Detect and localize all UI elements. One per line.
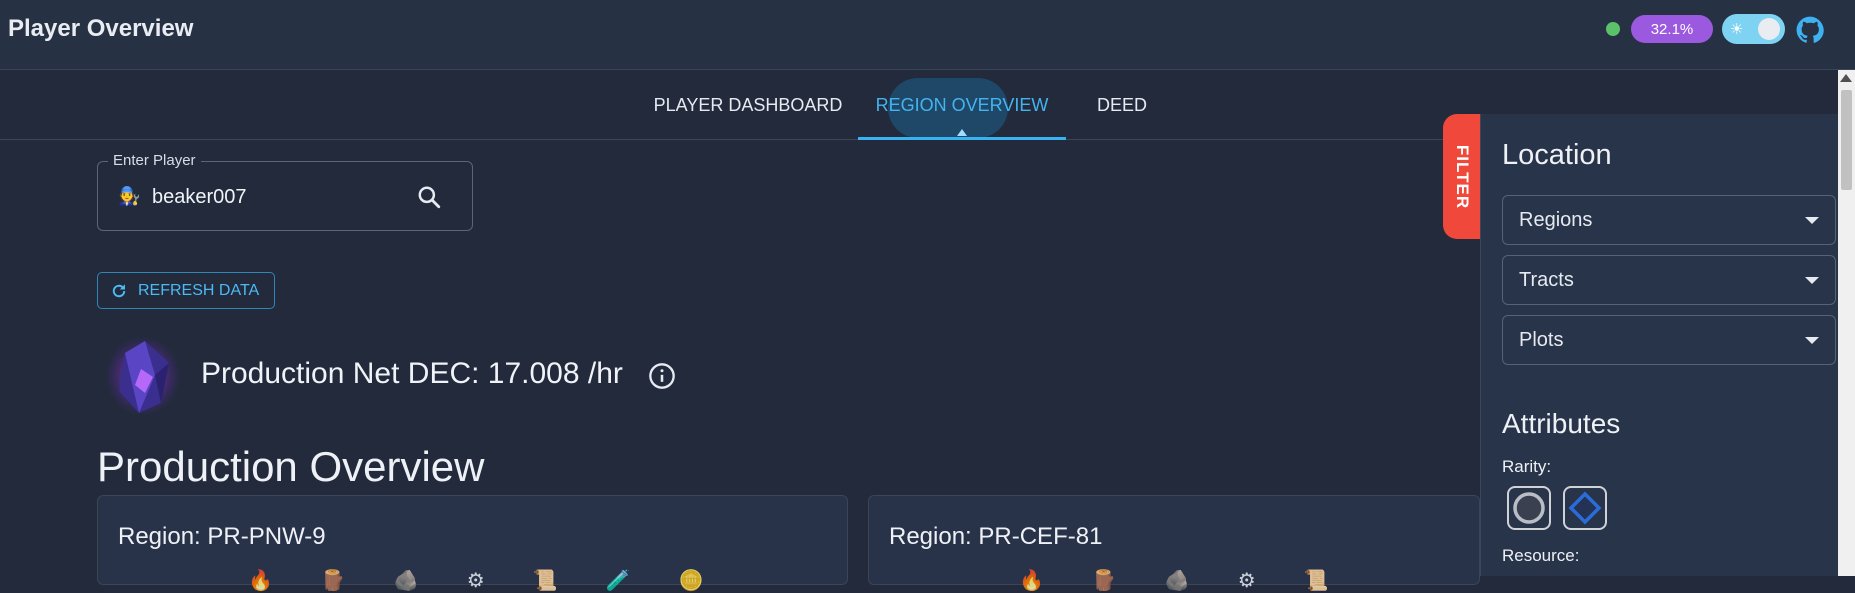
theme-toggle[interactable]: ☀ (1722, 14, 1785, 44)
wood-icon: 🪵 (1091, 570, 1117, 592)
stone-icon: 🪨 (1164, 570, 1190, 592)
player-search-input[interactable] (152, 182, 392, 212)
player-search-field: Enter Player 🧑‍🔧 (97, 152, 473, 231)
iron-icon: ⚙ (1237, 570, 1256, 592)
iron-icon: ⚙ (466, 570, 485, 592)
tracts-select[interactable]: Tracts (1502, 255, 1836, 305)
filter-tab-label: FILTER (1453, 144, 1473, 209)
fire-icon: 🔥 (248, 570, 273, 592)
filter-drawer-toggle[interactable]: FILTER (1443, 114, 1481, 239)
scroll-up-arrow[interactable] (1840, 74, 1852, 82)
search-icon[interactable] (416, 184, 442, 210)
info-icon[interactable] (648, 362, 676, 390)
scroll-thumb[interactable] (1841, 90, 1852, 190)
tab-active-indicator (858, 137, 1066, 140)
rarity-common-button[interactable] (1507, 486, 1551, 530)
github-icon[interactable] (1796, 16, 1824, 44)
status-indicator (1606, 22, 1620, 36)
app-bar: Player Overview 32.1% ☀ (0, 0, 1855, 70)
caret-down-icon (1805, 217, 1819, 224)
filter-panel: Location Regions Tracts Plots Attributes… (1480, 114, 1838, 576)
stone-icon: 🪨 (393, 570, 419, 592)
vertical-scrollbar[interactable] (1838, 70, 1855, 576)
refresh-data-label: REFRESH DATA (138, 281, 260, 299)
region-card: Region: PR-PNW-9 🔥 🪵 🪨 ⚙ 📜 🧪 🪙 (97, 495, 848, 592)
fire-icon: 🔥 (1019, 570, 1044, 592)
regions-select-label: Regions (1519, 208, 1593, 231)
tab-active-caret (957, 129, 967, 136)
resource-icons: 🔥 🪵 🪨 ⚙ 📜 🧪 🪙 (248, 568, 703, 593)
wood-icon: 🪵 (320, 570, 346, 592)
region-name: Region: PR-PNW-9 (118, 523, 326, 550)
toggle-knob (1758, 18, 1780, 40)
region-name: Region: PR-CEF-81 (889, 523, 1103, 550)
player-search-label: Enter Player (108, 152, 201, 169)
plots-select[interactable]: Plots (1502, 315, 1836, 365)
gold-icon: 🪙 (678, 570, 704, 592)
regions-select[interactable]: Regions (1502, 195, 1836, 245)
scroll-icon: 📜 (532, 570, 558, 592)
region-card: Region: PR-CEF-81 🔥 🪵 🪨 ⚙ 📜 (868, 495, 1480, 592)
refresh-icon (112, 283, 126, 297)
tab-player-dashboard[interactable]: PLAYER DASHBOARD (648, 71, 848, 140)
sun-icon: ☀ (1730, 21, 1744, 38)
rarity-rare-button[interactable] (1563, 486, 1607, 530)
rarity-common-icon (1513, 492, 1545, 524)
app-title: Player Overview (8, 15, 194, 42)
resource-icons: 🔥 🪵 🪨 ⚙ 📜 (1019, 568, 1329, 593)
caret-down-icon (1805, 337, 1819, 344)
scroll-icon: 📜 (1303, 570, 1329, 592)
location-heading: Location (1502, 139, 1612, 171)
refresh-data-button[interactable]: REFRESH DATA (97, 272, 275, 309)
potion-icon: 🧪 (605, 570, 631, 592)
production-net-dec: Production Net DEC: 17.008 /hr (201, 357, 623, 390)
tab-deed[interactable]: DEED (1076, 71, 1168, 140)
tracts-select-label: Tracts (1519, 268, 1574, 291)
dec-gem-icon (105, 336, 181, 416)
plots-select-label: Plots (1519, 328, 1564, 351)
percent-badge: 32.1% (1631, 15, 1713, 43)
resource-label: Resource: (1502, 546, 1580, 565)
player-avatar-icon: 🧑‍🔧 (118, 186, 141, 206)
rarity-rare-icon (1568, 491, 1602, 525)
caret-down-icon (1805, 277, 1819, 284)
production-overview-title: Production Overview (97, 443, 485, 490)
attributes-heading: Attributes (1502, 408, 1621, 439)
rarity-label: Rarity: (1502, 457, 1552, 476)
